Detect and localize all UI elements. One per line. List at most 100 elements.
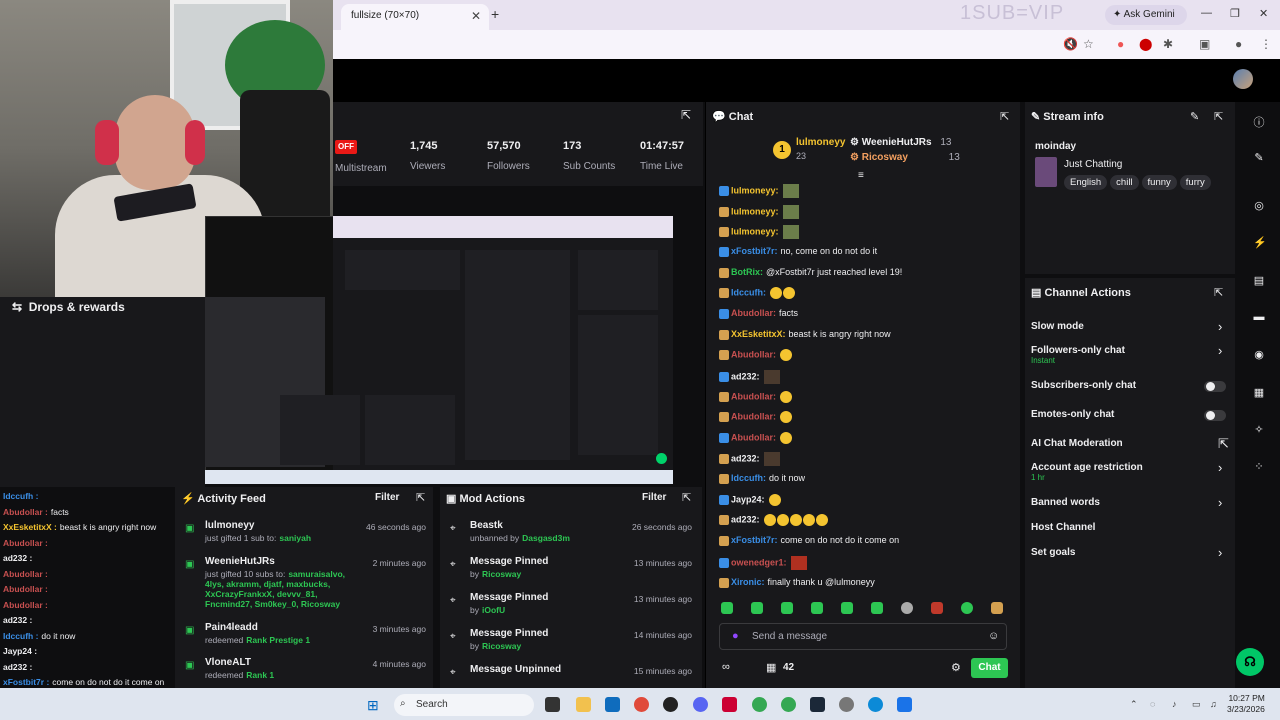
steam-icon[interactable]	[810, 697, 825, 712]
chat-message[interactable]: Abudollar:	[719, 391, 792, 403]
chevron-right-icon[interactable]: ›	[1218, 343, 1222, 358]
chrome-icon-3[interactable]	[781, 697, 796, 712]
chat-username[interactable]: XxEsketitxX:	[731, 329, 786, 339]
chat-username[interactable]: Idccufh:	[731, 287, 766, 297]
close-icon[interactable]: ✕	[471, 9, 481, 23]
edit-icon[interactable]: ✎	[1253, 151, 1265, 164]
chat-username[interactable]: Abudollar:	[731, 349, 776, 359]
channel-action-account-age-restriction[interactable]: Account age restriction 1 hr	[1031, 462, 1143, 482]
chat-filter-icon[interactable]: ≡	[858, 170, 864, 181]
emote-icon[interactable]	[871, 602, 883, 614]
channel-actions-popout-icon[interactable]: ⇱	[1214, 286, 1223, 299]
edge-icon[interactable]	[868, 697, 883, 712]
help-headset-icon[interactable]: ☊	[1236, 648, 1264, 676]
emote-icon[interactable]	[931, 602, 943, 614]
restore-icon[interactable]: ❐	[1230, 7, 1240, 20]
mod-filter-button[interactable]: Filter	[642, 492, 666, 503]
settings-gear-icon[interactable]: ⚙	[951, 661, 961, 674]
extensions-puzzle-icon[interactable]: ✱	[1163, 37, 1173, 51]
chat-username[interactable]: Idccufh:	[731, 473, 766, 483]
activity-item[interactable]: ▣ WeenieHutJRs just gifted 10 subs to: samu…	[185, 556, 426, 609]
chat-bubble-icon[interactable]: ▬	[1253, 311, 1265, 323]
chat-message[interactable]: lulmoneyy:	[719, 205, 799, 219]
chrome-icon[interactable]	[634, 697, 649, 712]
mic-icon[interactable]: ●	[732, 630, 739, 642]
chevron-right-icon[interactable]: ›	[1218, 460, 1222, 475]
app-icon-3[interactable]	[897, 697, 912, 712]
profile-icon[interactable]: ●	[1235, 37, 1242, 51]
external-link-icon[interactable]: ⇱	[1218, 436, 1229, 452]
chat-username[interactable]: Xironic:	[731, 577, 765, 587]
chat-message[interactable]: Jayp24:	[719, 494, 781, 506]
chat-message[interactable]: xFostbit7r: come on do not do it come on	[719, 535, 899, 546]
channel-action-slow-mode[interactable]: Slow mode	[1031, 321, 1084, 332]
tag[interactable]: English	[1064, 175, 1108, 190]
mute-icon[interactable]: 🔇	[1063, 37, 1078, 51]
chat-username[interactable]: ad232:	[731, 371, 760, 381]
chat-username[interactable]: ad232:	[731, 514, 760, 524]
discord-icon[interactable]	[693, 697, 708, 712]
chat-message[interactable]: lulmoneyy:	[719, 184, 799, 198]
extension-icon-2[interactable]: ⬤	[1139, 37, 1152, 51]
tag[interactable]: furry	[1179, 175, 1211, 190]
activity-item[interactable]: ▣ lulmoneyy just gifted 1 sub to: saniyah 46…	[185, 520, 426, 543]
emote-icon[interactable]	[961, 602, 973, 614]
app-icon[interactable]	[663, 697, 678, 712]
chevron-right-icon[interactable]: ›	[1218, 495, 1222, 510]
mod-action-item[interactable]: ⌖ Message Pinned by Ricosway 13 minutes ago	[450, 556, 692, 579]
sidepanel-icon[interactable]: ▣	[1199, 37, 1210, 51]
settings-icon[interactable]	[839, 697, 854, 712]
volume-icon[interactable]: ♫	[1210, 699, 1217, 709]
chat-message[interactable]: owenedger1:	[719, 556, 807, 570]
chat-send-button[interactable]: Chat	[971, 658, 1008, 678]
emote-icon[interactable]	[811, 602, 823, 614]
mod-action-item[interactable]: ⌖ Message Pinned by iOofU 13 minutes ago	[450, 592, 692, 615]
activity-popout-icon[interactable]: ⇱	[416, 491, 425, 504]
chat-username[interactable]: owenedger1:	[731, 557, 787, 567]
avatar[interactable]	[1233, 69, 1253, 89]
stream-info-popout-icon[interactable]: ⇱	[1214, 110, 1223, 123]
chat-username[interactable]: lulmoneyy:	[731, 226, 779, 236]
drops-rewards-link[interactable]: ⇆ Drops & rewards	[12, 300, 125, 314]
chat-message[interactable]: xFostbit7r: no, come on do not do it	[719, 246, 877, 257]
chat-username[interactable]: lulmoneyy:	[731, 206, 779, 216]
layout-icon[interactable]: ▦	[1253, 386, 1265, 399]
chat-message[interactable]: BotRix: @xFostbit7r just reached level 19…	[719, 267, 902, 278]
feed-item-highlight[interactable]: Ricosway	[482, 641, 521, 651]
browser-tab[interactable]: fullsize (70×70) ✕	[341, 4, 489, 30]
new-tab-icon[interactable]: +	[491, 6, 499, 22]
browser-menu-icon[interactable]: ⋮	[1260, 37, 1272, 51]
emote-icon[interactable]	[781, 602, 793, 614]
toggle-switch[interactable]	[1204, 381, 1226, 392]
chat-username[interactable]: ad232:	[731, 453, 760, 463]
toggle-switch[interactable]	[1204, 410, 1226, 421]
target-icon[interactable]: ◎	[1253, 199, 1265, 212]
minimize-icon[interactable]: —	[1201, 7, 1212, 19]
broadcast-icon[interactable]: ◉	[1253, 348, 1265, 361]
bookmark-star-icon[interactable]: ☆	[1083, 37, 1094, 51]
chat-message[interactable]: Abudollar:	[719, 432, 792, 444]
emote-icon[interactable]	[991, 602, 1003, 614]
feed-item-highlight[interactable]: Rank Prestige 1	[246, 635, 310, 645]
taskbar-search[interactable]: Search	[394, 694, 534, 716]
ask-gemini-button[interactable]: ✦ Ask Gemini	[1105, 5, 1187, 25]
chat-message[interactable]: ad232:	[719, 370, 780, 384]
chat-username[interactable]: Abudollar:	[731, 391, 776, 401]
emote-icon[interactable]	[841, 602, 853, 614]
network-icon[interactable]: ◌	[1150, 699, 1155, 709]
display-icon[interactable]: ▭	[1192, 699, 1201, 710]
chat-username[interactable]: Jayp24:	[731, 494, 765, 504]
channel-action-set-goals[interactable]: Set goals	[1031, 547, 1075, 558]
chat-username[interactable]: xFostbit7r:	[731, 246, 778, 256]
windows-start-icon[interactable]: ⊞	[367, 697, 379, 714]
mod-action-item[interactable]: ⌖ Message Unpinned 15 minutes ago	[450, 664, 692, 687]
activity-filter-button[interactable]: Filter	[375, 492, 399, 503]
chat-message[interactable]: Idccufh:	[719, 287, 795, 299]
expand-icon[interactable]: ⇱	[681, 108, 691, 122]
infinity-icon[interactable]: ∞	[722, 661, 730, 673]
taskbar-clock[interactable]: 10:27 PM 3/23/2026	[1227, 693, 1265, 715]
feed-item-highlight[interactable]: iOofU	[482, 605, 505, 615]
chevron-right-icon[interactable]: ›	[1218, 545, 1222, 560]
file-explorer-icon[interactable]	[576, 697, 591, 712]
feed-item-highlight[interactable]: saniyah	[279, 533, 311, 543]
